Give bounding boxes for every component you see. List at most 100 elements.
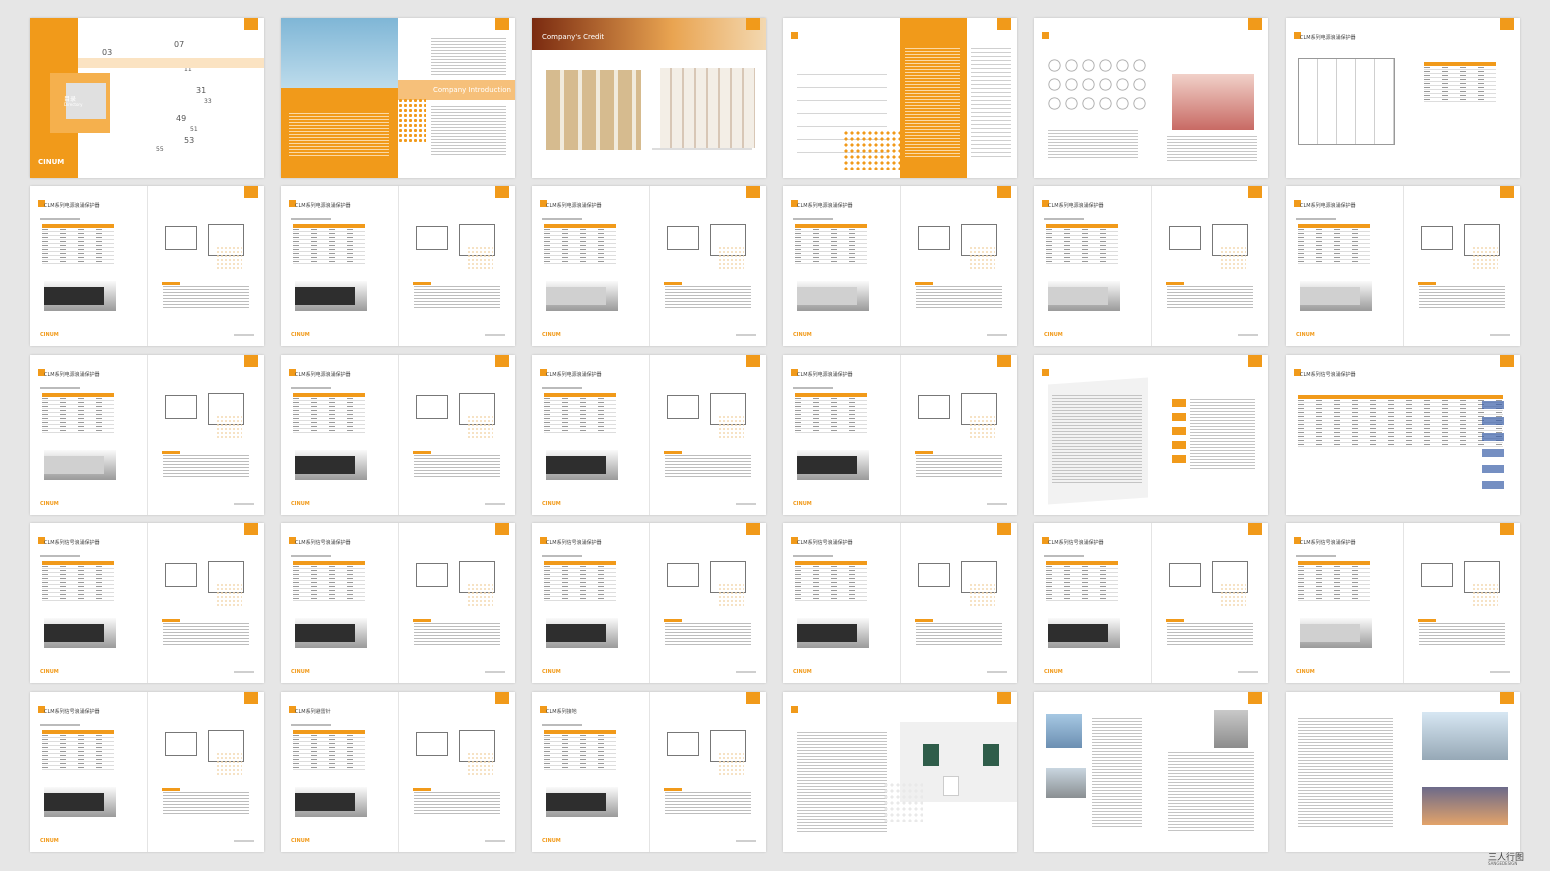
intro-text bbox=[431, 38, 506, 76]
page-tab bbox=[746, 18, 760, 30]
footer-logo: CINUM bbox=[40, 501, 59, 507]
page-tab bbox=[495, 18, 509, 30]
product-title: CLM系列信号浪涌保护器 bbox=[546, 540, 602, 546]
page-tab bbox=[244, 523, 258, 535]
spec-table bbox=[544, 730, 616, 772]
product-photo bbox=[546, 624, 606, 642]
page-tab bbox=[1500, 186, 1514, 198]
contents-en: Directory bbox=[64, 102, 83, 107]
spec-table-row bbox=[1424, 98, 1496, 102]
spec-table-row bbox=[293, 260, 365, 264]
description-text bbox=[665, 286, 751, 308]
product-photo bbox=[295, 624, 355, 642]
title-icon bbox=[1042, 369, 1049, 376]
page-tab bbox=[1248, 186, 1262, 198]
product-title: CLM系列电源浪涌保护器 bbox=[44, 203, 100, 209]
spec-table bbox=[1046, 561, 1118, 603]
footer-line bbox=[234, 671, 254, 673]
decorative-dots bbox=[969, 246, 995, 270]
footer-line bbox=[234, 840, 254, 842]
product-title: CLM系列信号浪涌保护器 bbox=[1048, 540, 1104, 546]
product-photo bbox=[546, 793, 606, 811]
wiring-diagram bbox=[1421, 226, 1453, 250]
footer-line bbox=[234, 334, 254, 336]
page-fold bbox=[649, 692, 650, 852]
certificate-green bbox=[923, 744, 939, 766]
wiring-diagram bbox=[1169, 563, 1201, 587]
description-text bbox=[916, 455, 1002, 477]
documents-photo bbox=[660, 68, 755, 148]
page-tab bbox=[244, 355, 258, 367]
wiring-diagram bbox=[416, 732, 448, 756]
footer-logo: CINUM bbox=[1044, 332, 1063, 338]
system-diagram bbox=[1298, 58, 1395, 145]
selection-table bbox=[1298, 395, 1503, 495]
footer-line bbox=[485, 334, 505, 336]
footer-line bbox=[736, 840, 756, 842]
footer-logo: CINUM bbox=[1296, 332, 1315, 338]
subtitle-bar bbox=[291, 218, 331, 220]
page-tab bbox=[997, 18, 1011, 30]
subtitle-bar bbox=[1044, 218, 1084, 220]
product-photo bbox=[295, 456, 355, 474]
wiring-diagram bbox=[1421, 563, 1453, 587]
description-text bbox=[414, 792, 500, 814]
description-label bbox=[413, 282, 431, 285]
product-title: CLM系列电源浪涌保护器 bbox=[1300, 35, 1356, 41]
product-photo bbox=[295, 793, 355, 811]
subtitle-bar bbox=[40, 555, 80, 557]
decorative-dots bbox=[467, 415, 493, 439]
description-label bbox=[1166, 619, 1184, 622]
decorative-dots bbox=[216, 415, 242, 439]
subtitle-bar bbox=[40, 387, 80, 389]
footer-logo: CINUM bbox=[542, 501, 561, 507]
brochure-spread: CLM系列信号浪涌保护器 CINUM bbox=[532, 523, 766, 683]
subtitle-bar bbox=[542, 218, 582, 220]
contents-page-number: 53 bbox=[184, 136, 195, 145]
station-photo bbox=[1422, 712, 1508, 760]
product-photo bbox=[1300, 287, 1360, 305]
tower-photo bbox=[1214, 710, 1248, 748]
subtitle-bar bbox=[291, 555, 331, 557]
decorative-dots bbox=[1220, 583, 1246, 607]
intro-title: Company Introduction bbox=[433, 86, 511, 94]
subtitle-bar bbox=[1296, 218, 1336, 220]
footer-line bbox=[987, 334, 1007, 336]
spec-table-row bbox=[293, 597, 365, 601]
spec-table-row bbox=[42, 597, 114, 601]
spec-table-row bbox=[544, 766, 616, 770]
page-tab bbox=[746, 186, 760, 198]
page-tab bbox=[746, 692, 760, 704]
page-tab bbox=[997, 186, 1011, 198]
contents-page-number: 31 bbox=[196, 86, 207, 95]
orange-labels bbox=[1172, 399, 1186, 469]
footer-logo: CINUM bbox=[542, 669, 561, 675]
decorative-dots bbox=[718, 752, 744, 776]
description-label bbox=[664, 451, 682, 454]
wiring-diagram bbox=[165, 563, 197, 587]
product-title: CLM系列接地 bbox=[546, 709, 577, 715]
description-text bbox=[665, 792, 751, 814]
decorative-dots bbox=[467, 583, 493, 607]
decorative-dots bbox=[467, 246, 493, 270]
wiring-diagram bbox=[416, 563, 448, 587]
subtitle-bar bbox=[793, 387, 833, 389]
wiring-diagram bbox=[416, 395, 448, 419]
brochure-spread: 目录Directory03050711313349515355CINUM bbox=[30, 18, 264, 178]
page-fold bbox=[649, 523, 650, 683]
wiring-diagram bbox=[918, 395, 950, 419]
orange-column-text bbox=[905, 48, 960, 158]
text-block bbox=[1048, 130, 1138, 160]
text-block-2 bbox=[1167, 136, 1257, 162]
brochure-spread: CLM系列信号浪涌保护器 CINUM bbox=[1034, 523, 1268, 683]
wiring-diagram bbox=[667, 395, 699, 419]
page-tab bbox=[997, 523, 1011, 535]
page-tab bbox=[495, 186, 509, 198]
contents-page-number: 49 bbox=[176, 114, 187, 123]
product-photo bbox=[44, 287, 104, 305]
product-title: CLM系列信号浪涌保护器 bbox=[1300, 540, 1356, 546]
subtitle-bar bbox=[542, 555, 582, 557]
spec-table bbox=[42, 224, 114, 266]
watermark-en: SANGEDESIGN bbox=[1488, 861, 1518, 866]
page-fold bbox=[1151, 523, 1152, 683]
